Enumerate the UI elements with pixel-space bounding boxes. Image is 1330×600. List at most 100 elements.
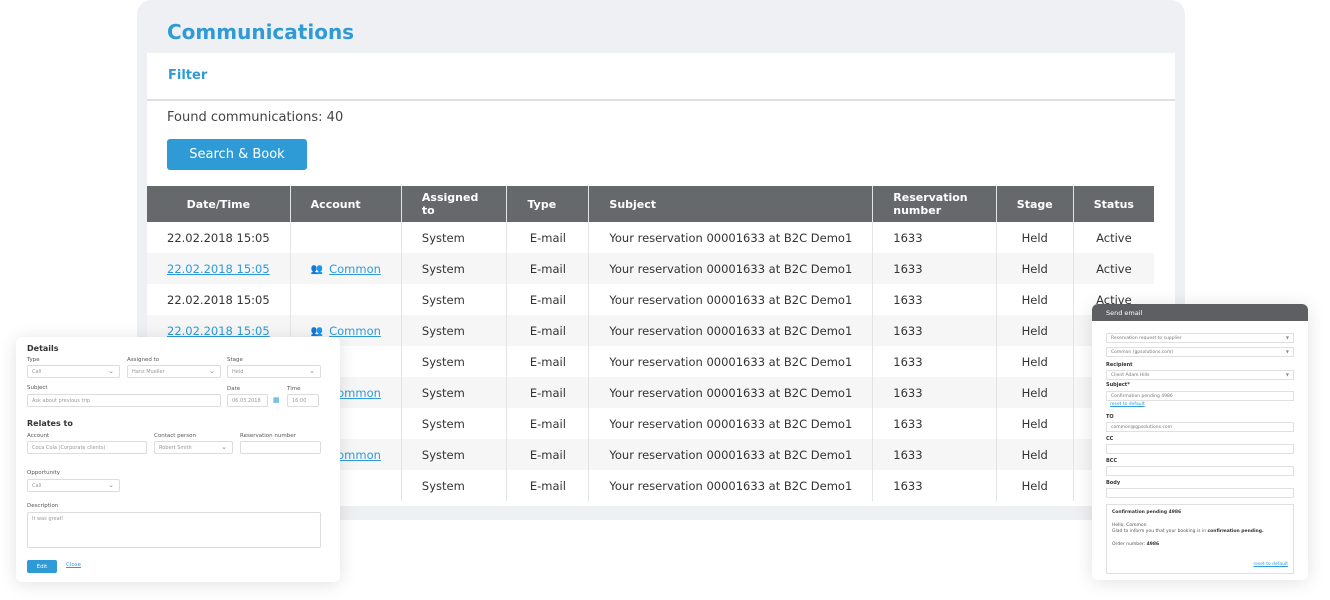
column-header[interactable]: Type (506, 186, 590, 222)
send-email-card: Send email Reservation request to suppli… (1092, 304, 1308, 580)
contact-select[interactable]: Robert Smith ⌄ (154, 441, 233, 454)
table-row[interactable]: 22.02.2018 15:05 SystemE-mailYour reserva… (147, 222, 1154, 253)
reset-subject-link[interactable]: reset to default (1110, 402, 1145, 407)
reservation-label: Reservation number (240, 433, 296, 439)
email-body-editor[interactable]: Confirmation pending 4986 Hello, Common … (1106, 504, 1294, 574)
contact-label: Contact person (154, 433, 196, 439)
cell-account (290, 222, 402, 253)
cell-reservation: 1633 (872, 408, 997, 439)
recipient-select[interactable]: Client Adam Hills ▼ (1106, 370, 1294, 380)
stage-value: Held (232, 369, 244, 375)
time-input[interactable]: 16:00 (287, 394, 319, 407)
stage-select[interactable]: Held ⌄ (227, 365, 321, 378)
account-label: Account (27, 433, 50, 439)
cell-account (290, 284, 402, 315)
cell-subject: Your reservation 00001633 at B2C Demo1 (588, 315, 874, 346)
column-header[interactable]: Status (1073, 186, 1154, 222)
close-link[interactable]: Close (66, 562, 81, 568)
cell-reservation: 1633 (872, 222, 997, 253)
cell-stage: Held (996, 408, 1074, 439)
cell-stage: Held (996, 346, 1074, 377)
cell-assigned: System (401, 253, 508, 284)
cell-assigned: System (401, 408, 508, 439)
filter-toggle[interactable]: Filter (168, 68, 207, 83)
description-textarea[interactable]: It was great! (27, 512, 321, 548)
body-line-bold: confirmation pending. (1207, 529, 1264, 534)
cell-reservation: 1633 (872, 346, 997, 377)
order-label: Order number: (1112, 541, 1146, 547)
cell-reservation: 1633 (872, 315, 997, 346)
subject-input[interactable]: Confirmation pending 4986 (1106, 391, 1294, 401)
opportunity-select[interactable]: Call ⌄ (27, 479, 120, 492)
edit-button[interactable]: Edit (27, 560, 57, 573)
cell-datetime: 22.02.2018 15:05 (147, 253, 291, 284)
found-count: Found communications: 40 (167, 110, 343, 125)
cell-reservation: 1633 (872, 253, 997, 284)
dropdown-arrow-icon: ▼ (1285, 335, 1289, 340)
cell-type: E-mail (506, 253, 590, 284)
datetime-link[interactable]: 22.02.2018 15:05 (167, 324, 270, 338)
cell-stage: Held (996, 439, 1074, 470)
bcc-input[interactable] (1106, 466, 1294, 476)
column-header[interactable]: Date/Time (147, 186, 291, 222)
opportunity-label: Opportunity (27, 470, 61, 476)
cell-type: E-mail (506, 222, 590, 253)
time-label: Time (287, 386, 301, 392)
send-email-title: Send email (1092, 304, 1308, 321)
cell-type: E-mail (506, 315, 590, 346)
cell-status: Active (1073, 253, 1154, 284)
cell-account: 👥 Common (290, 253, 402, 284)
assigned-select[interactable]: Hanz Mueller ⌄ (127, 365, 221, 378)
date-input[interactable]: 06.03.2018 (227, 394, 268, 407)
body-label: Body (1106, 480, 1121, 486)
found-value: 40 (326, 110, 344, 125)
chevron-down-icon: ⌄ (209, 367, 215, 375)
account-link[interactable]: Common (329, 262, 381, 276)
column-header[interactable]: Stage (996, 186, 1074, 222)
column-header[interactable]: Subject (588, 186, 874, 222)
found-label: Found communications: (167, 110, 323, 125)
cell-stage: Held (996, 253, 1074, 284)
cc-input[interactable] (1106, 444, 1294, 454)
reservation-input[interactable] (240, 441, 321, 454)
reset-body-link[interactable]: reset to default (1253, 562, 1288, 569)
chevron-down-icon: ⌄ (108, 367, 114, 375)
datetime-text: 22.02.2018 15:05 (167, 230, 270, 245)
template-select[interactable]: Reservation request to supplier ▼ (1106, 333, 1294, 343)
dropdown-arrow-icon: ▼ (1285, 349, 1289, 354)
account-input[interactable]: Coca Cola (Corporate clients) (27, 441, 147, 454)
cell-type: E-mail (506, 284, 590, 315)
body-order: Order number: 4986 (1112, 542, 1288, 549)
cell-assigned: System (401, 284, 508, 315)
chevron-down-icon: ⌄ (309, 367, 315, 375)
details-heading: Details (27, 344, 59, 353)
cell-type: E-mail (506, 470, 590, 501)
type-value: Call (32, 369, 42, 375)
column-header[interactable]: Assigned to (401, 186, 508, 222)
search-book-button[interactable]: Search & Book (167, 139, 307, 170)
cell-subject: Your reservation 00001633 at B2C Demo1 (588, 346, 874, 377)
account-link[interactable]: Common (329, 324, 381, 338)
column-header[interactable]: Reservation number (872, 186, 997, 222)
to-input[interactable]: common@gpsolutions.com (1106, 422, 1294, 432)
sender-select[interactable]: Common (gpsolutions.com) ▼ (1106, 347, 1294, 357)
cell-type: E-mail (506, 346, 590, 377)
calendar-icon[interactable]: ▦ (273, 396, 280, 404)
column-header[interactable]: Account (290, 186, 402, 222)
cell-reservation: 1633 (872, 470, 997, 501)
table-row[interactable]: 22.02.2018 15:05 SystemE-mailYour reserva… (147, 284, 1154, 315)
bcc-label: BCC (1106, 458, 1118, 464)
table-header-row: Date/Time Account Assigned to Type Subje… (147, 186, 1154, 222)
cell-stage: Held (996, 284, 1074, 315)
opportunity-value: Call (32, 483, 42, 489)
body-input[interactable] (1106, 488, 1294, 498)
filter-bar[interactable]: Filter (147, 53, 1175, 101)
group-icon: 👥 (310, 325, 324, 337)
cell-assigned: System (401, 315, 508, 346)
subject-input[interactable]: Ask about previous trip (27, 394, 221, 407)
table-row[interactable]: 22.02.2018 15:05 👥 Common SystemE-mailYour … (147, 253, 1154, 284)
type-select[interactable]: Call ⌄ (27, 365, 120, 378)
contact-value: Robert Smith (159, 445, 192, 451)
cell-subject: Your reservation 00001633 at B2C Demo1 (588, 253, 874, 284)
datetime-link[interactable]: 22.02.2018 15:05 (167, 262, 270, 276)
